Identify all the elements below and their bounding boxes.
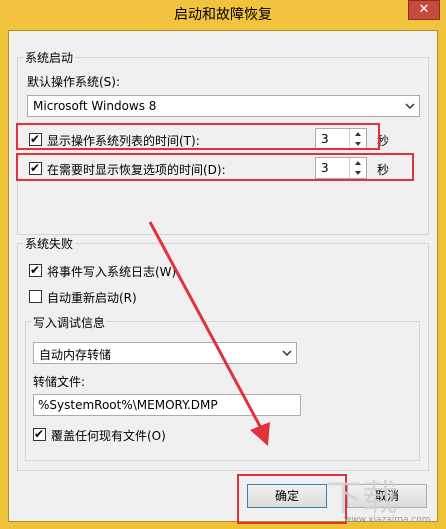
auto-restart-label: 自动重新启动(R)	[47, 291, 137, 305]
dialog-window: 启动和故障恢复 ✕ 系统启动 默认操作系统(S): Microsoft Wind…	[0, 0, 446, 529]
svg-text:下载: 下载	[326, 478, 398, 519]
dump-file-label: 转储文件:	[33, 375, 86, 389]
highlight-show-recovery	[16, 153, 414, 181]
overwrite-checkbox[interactable]: ✔	[33, 427, 46, 441]
dump-type-select[interactable]: 自动内存转储	[33, 342, 297, 364]
checkmark-icon: ✔	[30, 263, 41, 277]
default-os-label: 默认操作系统(S):	[27, 75, 121, 89]
write-event-label: 将事件写入系统日志(W)	[47, 265, 177, 279]
default-os-select[interactable]: Microsoft Windows 8	[27, 95, 420, 117]
close-icon: ✕	[418, 2, 430, 17]
dump-file-field[interactable]	[33, 394, 301, 416]
window-title: 启动和故障恢复	[174, 7, 272, 23]
default-os-value: Microsoft Windows 8	[33, 99, 157, 113]
watermark-text: www.xiazaima.com	[344, 515, 431, 525]
close-button[interactable]: ✕	[408, 0, 440, 20]
system-failure-group-label: 系统失败	[23, 235, 76, 252]
overwrite-label: 覆盖任何现有文件(O)	[51, 429, 166, 443]
dump-file-input[interactable]	[34, 395, 300, 415]
system-startup-group-label: 系统启动	[23, 49, 76, 66]
auto-restart-checkbox[interactable]	[29, 290, 42, 303]
chevron-down-icon	[405, 103, 415, 110]
dump-type-value: 自动内存转储	[39, 348, 112, 362]
dialog-client-area: 系统启动 默认操作系统(S): Microsoft Windows 8 ✔ 显示…	[8, 30, 438, 522]
write-event-checkbox[interactable]: ✔	[29, 263, 42, 277]
highlight-show-os-list	[16, 123, 380, 150]
chevron-down-icon	[282, 350, 292, 357]
title-bar: 启动和故障恢复 ✕	[0, 0, 446, 30]
checkmark-icon: ✔	[34, 427, 45, 441]
debug-info-group-label: 写入调试信息	[31, 314, 108, 331]
